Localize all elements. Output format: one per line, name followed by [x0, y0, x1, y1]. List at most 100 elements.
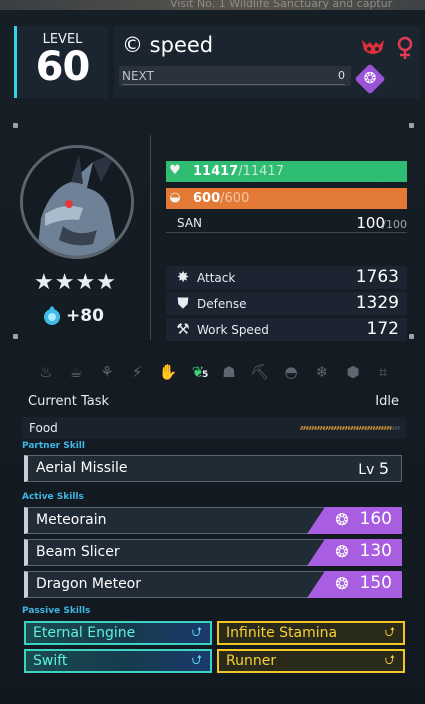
- exp-line: [123, 84, 345, 85]
- background-quest-text: Visit No. 1 Wildlife Sanctuary and captu…: [170, 0, 393, 10]
- sp-text: 600/600: [193, 188, 249, 209]
- active-skills-title: Active Skills: [22, 492, 84, 502]
- skill-power-badge: ❂ 160: [307, 507, 402, 534]
- skill-power-value: 160: [359, 509, 392, 529]
- passive-skill[interactable]: Swift ⮍: [24, 649, 212, 673]
- attribute-row: ⚒ Work Speed 172: [166, 318, 407, 341]
- attribute-value: 172: [366, 319, 399, 339]
- pal-name[interactable]: © speed: [122, 33, 213, 57]
- passive-skill-name: Swift: [33, 653, 68, 669]
- work-suitability-row: ♨ ☕ ⚘ ⚡ ✋ ❦ 5 ☗ ⛏ ◓ ❄ ⬢ ⌗: [28, 362, 408, 384]
- san-value: 100: [356, 214, 385, 232]
- female-icon: [397, 36, 413, 59]
- next-label: NEXT: [122, 69, 154, 83]
- farming-icon[interactable]: ⌗: [373, 362, 393, 382]
- skill-power-badge: ❂ 150: [307, 571, 402, 598]
- work-speed-icon: ⚒: [176, 320, 190, 338]
- electricity-icon[interactable]: ⚡: [127, 362, 147, 382]
- lv-label: Lv: [358, 462, 375, 478]
- partner-skill-title: Partner Skill: [22, 441, 85, 451]
- dark-demon-icon: [362, 40, 384, 54]
- lv-value: 5: [378, 459, 389, 478]
- passive-skill[interactable]: Infinite Stamina ⮍: [217, 621, 405, 645]
- attribute-value: 1329: [355, 293, 399, 313]
- rank-up-icon: ⮍: [191, 625, 203, 640]
- san-label: SAN: [177, 216, 203, 230]
- current-task-value: Idle: [375, 394, 399, 409]
- watering-icon[interactable]: ☕: [66, 362, 86, 382]
- active-skill-name: Dragon Meteor: [36, 576, 142, 592]
- passive-skill[interactable]: Runner ⮍: [217, 649, 405, 673]
- attribute-label: Work Speed: [197, 323, 269, 337]
- level-box: LEVEL 60: [14, 26, 108, 98]
- food-label: Food: [29, 421, 58, 435]
- hp-text: 11417/11417: [193, 161, 284, 182]
- passive-skill-name: Eternal Engine: [33, 625, 136, 641]
- rank-up-icon: ⮍: [384, 653, 396, 668]
- sp-max: /600: [220, 191, 250, 206]
- active-skill-row[interactable]: Dragon Meteor ❂ 150: [24, 571, 402, 598]
- corner-dot: [409, 123, 414, 128]
- food-icon: ◒: [169, 190, 181, 205]
- mining-icon[interactable]: ⛏: [250, 362, 270, 382]
- dragon-element-icon: ❂: [335, 510, 349, 529]
- background-strip: Visit No. 1 Wildlife Sanctuary and captu…: [0, 0, 425, 10]
- attack-icon: ✸: [176, 268, 190, 286]
- active-skill-row[interactable]: Meteorain ❂ 160: [24, 507, 402, 534]
- divider: [150, 135, 151, 340]
- hp-value: 11417: [193, 164, 239, 179]
- rank-up-icon: ⮍: [384, 625, 396, 640]
- dragon-element-icon: ❂: [335, 542, 349, 561]
- attribute-row: ✸ Attack 1763: [166, 266, 407, 289]
- hp-max: /11417: [238, 164, 284, 179]
- work-level: 5: [202, 370, 209, 380]
- current-task-label: Current Task: [28, 394, 110, 409]
- corner-dot: [13, 334, 18, 339]
- next-value: 0: [338, 69, 345, 82]
- corner-dot: [13, 123, 18, 128]
- food-row: Food 𝓂𝓂𝓂𝓂𝓂𝓂𝓂𝓂𝓂𝓂𝓂𝓂: [22, 417, 406, 439]
- pal-portrait: [20, 145, 134, 259]
- food-filled: 𝓂𝓂𝓂𝓂𝓂𝓂𝓂𝓂𝓂𝓂𝓂: [299, 420, 393, 433]
- pal-portrait-art: [23, 148, 131, 256]
- planting-icon[interactable]: ⚘: [97, 362, 117, 382]
- passive-skills-title: Passive Skills: [22, 606, 91, 616]
- sp-value: 600: [193, 191, 221, 206]
- exp-bar: NEXT 0: [119, 66, 351, 86]
- passive-skill-name: Runner: [226, 653, 277, 669]
- active-skill-name: Beam Slicer: [36, 544, 120, 560]
- name-box: © speed NEXT 0 ❂: [114, 26, 420, 98]
- dragon-element-icon: ❂: [363, 69, 377, 87]
- lumbering-icon[interactable]: ☗: [219, 362, 239, 382]
- rank-up-icon: ⮍: [191, 653, 203, 668]
- attribute-label: Attack: [197, 271, 236, 285]
- corner-dot: [409, 334, 414, 339]
- active-skill-row[interactable]: Beam Slicer ❂ 130: [24, 539, 402, 566]
- soul-icon: [44, 306, 60, 325]
- food-meter: 𝓂𝓂𝓂𝓂𝓂𝓂𝓂𝓂𝓂𝓂𝓂𝓂: [299, 420, 401, 434]
- rarity-stars: ★★★★: [34, 270, 117, 295]
- food-empty: 𝓂: [391, 420, 401, 433]
- transporting-icon[interactable]: ⬢: [343, 362, 363, 382]
- partner-skill-level: Lv 5: [358, 459, 389, 478]
- rank-value: +80: [66, 306, 104, 326]
- cooling-icon[interactable]: ❄: [312, 362, 332, 382]
- level-value: 60: [35, 44, 91, 90]
- skill-power-value: 150: [359, 573, 392, 593]
- heart-icon: ♥: [169, 163, 181, 178]
- san-row: SAN 100 /100: [166, 214, 407, 233]
- dragon-element-icon: ❂: [335, 574, 349, 593]
- kindling-icon[interactable]: ♨: [36, 362, 56, 382]
- passive-skill-name: Infinite Stamina: [226, 625, 338, 641]
- partner-skill-row[interactable]: Aerial Missile Lv 5: [24, 455, 402, 482]
- pal-status-panel: LEVEL 60 © speed NEXT 0 ❂ ★★★★ +80 ♥ 114…: [0, 10, 425, 704]
- san-max: /100: [382, 218, 407, 231]
- handiwork-icon[interactable]: ✋: [158, 362, 178, 382]
- attribute-value: 1763: [355, 267, 399, 287]
- defense-icon: ⛊: [177, 294, 189, 312]
- partner-skill-name: Aerial Missile: [36, 460, 128, 476]
- skill-power-value: 130: [359, 541, 392, 561]
- passive-skill[interactable]: Eternal Engine ⮍: [24, 621, 212, 645]
- medicine-icon[interactable]: ◓: [281, 362, 301, 382]
- attribute-label: Defense: [197, 297, 247, 311]
